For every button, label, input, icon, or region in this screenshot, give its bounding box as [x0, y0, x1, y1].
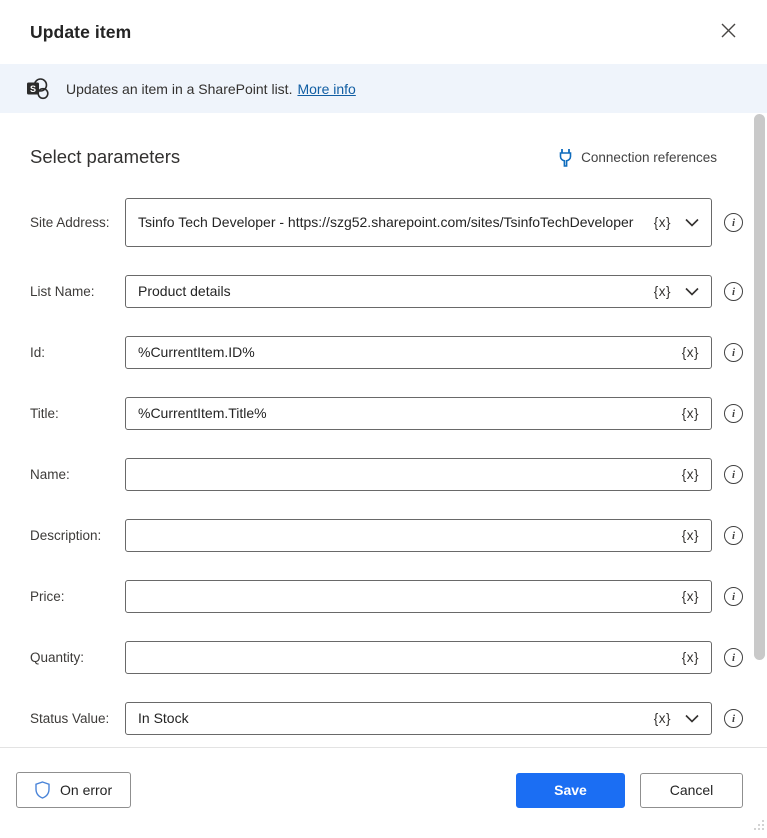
name-input[interactable]: {x}	[125, 458, 712, 491]
connection-references-label: Connection references	[581, 149, 717, 165]
chevron-down-icon[interactable]	[685, 218, 699, 227]
close-icon[interactable]	[713, 17, 743, 47]
info-bar-text: Updates an item in a SharePoint list.	[66, 80, 293, 97]
field-value: %CurrentItem.Title%	[138, 405, 267, 421]
title-label: Title:	[30, 406, 59, 421]
svg-text:S: S	[30, 84, 36, 94]
name-label: Name:	[30, 467, 70, 482]
select-parameters-heading: Select parameters	[30, 146, 181, 167]
variable-picker-token[interactable]: {x}	[680, 650, 701, 665]
site-address-input[interactable]: Tsinfo Tech Developer - https://szg52.sh…	[125, 198, 712, 247]
dialog-header: Update item	[0, 0, 767, 64]
cancel-button[interactable]: Cancel	[640, 772, 743, 808]
dialog-title: Update item	[30, 21, 132, 42]
chevron-down-icon[interactable]	[685, 714, 699, 723]
field-row-list-name: List Name: Product details {x} i	[30, 275, 743, 308]
field-row-name: Name: {x} i	[30, 458, 743, 491]
save-button[interactable]: Save	[516, 772, 625, 808]
variable-picker-token[interactable]: {x}	[680, 589, 701, 604]
variable-picker-token[interactable]: {x}	[680, 406, 701, 421]
scrollbar-thumb[interactable]	[754, 114, 765, 660]
site-address-label: Site Address:	[30, 215, 110, 230]
list-name-input[interactable]: Product details {x}	[125, 275, 712, 308]
description-label: Description:	[30, 528, 102, 543]
dialog-content: Select parameters Connection references …	[0, 113, 767, 735]
sharepoint-icon: S	[26, 76, 52, 102]
resize-grip-icon[interactable]	[751, 817, 765, 836]
field-row-id: Id: %CurrentItem.ID% {x} i	[30, 336, 743, 369]
more-info-link[interactable]: More info	[297, 81, 355, 97]
field-row-description: Description: {x} i	[30, 519, 743, 552]
on-error-label: On error	[60, 782, 113, 798]
quantity-label: Quantity:	[30, 650, 85, 665]
id-input[interactable]: %CurrentItem.ID% {x}	[125, 336, 712, 369]
quantity-input[interactable]: {x}	[125, 641, 712, 674]
field-value: %CurrentItem.ID%	[138, 344, 255, 360]
shield-icon	[35, 781, 50, 799]
field-row-title: Title: %CurrentItem.Title% {x} i	[30, 397, 743, 430]
id-label: Id:	[30, 345, 46, 360]
price-label: Price:	[30, 589, 65, 604]
field-value: In Stock	[138, 710, 189, 726]
on-error-button[interactable]: On error	[16, 772, 132, 808]
variable-picker-token[interactable]: {x}	[680, 467, 701, 482]
field-row-site-address: Site Address: Tsinfo Tech Developer - ht…	[30, 198, 743, 247]
info-icon[interactable]: i	[724, 587, 743, 606]
info-icon[interactable]: i	[724, 213, 743, 232]
description-input[interactable]: {x}	[125, 519, 712, 552]
dialog-footer: On error Save Cancel	[0, 748, 767, 838]
connection-references-button[interactable]: Connection references	[559, 148, 717, 167]
variable-picker-token[interactable]: {x}	[652, 711, 673, 726]
chevron-down-icon[interactable]	[685, 287, 699, 296]
close-x-glyph	[721, 23, 735, 38]
info-icon[interactable]: i	[724, 648, 743, 667]
variable-picker-token[interactable]: {x}	[652, 284, 673, 299]
field-row-price: Price: {x} i	[30, 580, 743, 613]
info-icon[interactable]: i	[724, 526, 743, 545]
info-icon[interactable]: i	[724, 282, 743, 301]
variable-picker-token[interactable]: {x}	[652, 215, 673, 230]
parameter-fields: Site Address: Tsinfo Tech Developer - ht…	[30, 198, 743, 735]
info-icon[interactable]: i	[724, 404, 743, 423]
field-row-status-value: Status Value: In Stock {x} i	[30, 702, 743, 735]
field-value: Tsinfo Tech Developer - https://szg52.sh…	[138, 214, 634, 230]
info-icon[interactable]: i	[724, 465, 743, 484]
info-icon[interactable]: i	[724, 709, 743, 728]
status-value-label: Status Value:	[30, 711, 110, 726]
variable-picker-token[interactable]: {x}	[680, 345, 701, 360]
info-bar: S Updates an item in a SharePoint list. …	[0, 64, 767, 113]
price-input[interactable]: {x}	[125, 580, 712, 613]
title-input[interactable]: %CurrentItem.Title% {x}	[125, 397, 712, 430]
field-row-quantity: Quantity: {x} i	[30, 641, 743, 674]
variable-picker-token[interactable]: {x}	[680, 528, 701, 543]
status-value-input[interactable]: In Stock {x}	[125, 702, 712, 735]
parameters-header: Select parameters Connection references	[30, 146, 743, 168]
field-value: Product details	[138, 283, 231, 299]
plug-icon	[559, 148, 572, 167]
info-icon[interactable]: i	[724, 343, 743, 362]
update-item-dialog: Update item S Updates an item in a Share…	[0, 0, 767, 838]
list-name-label: List Name:	[30, 284, 95, 299]
